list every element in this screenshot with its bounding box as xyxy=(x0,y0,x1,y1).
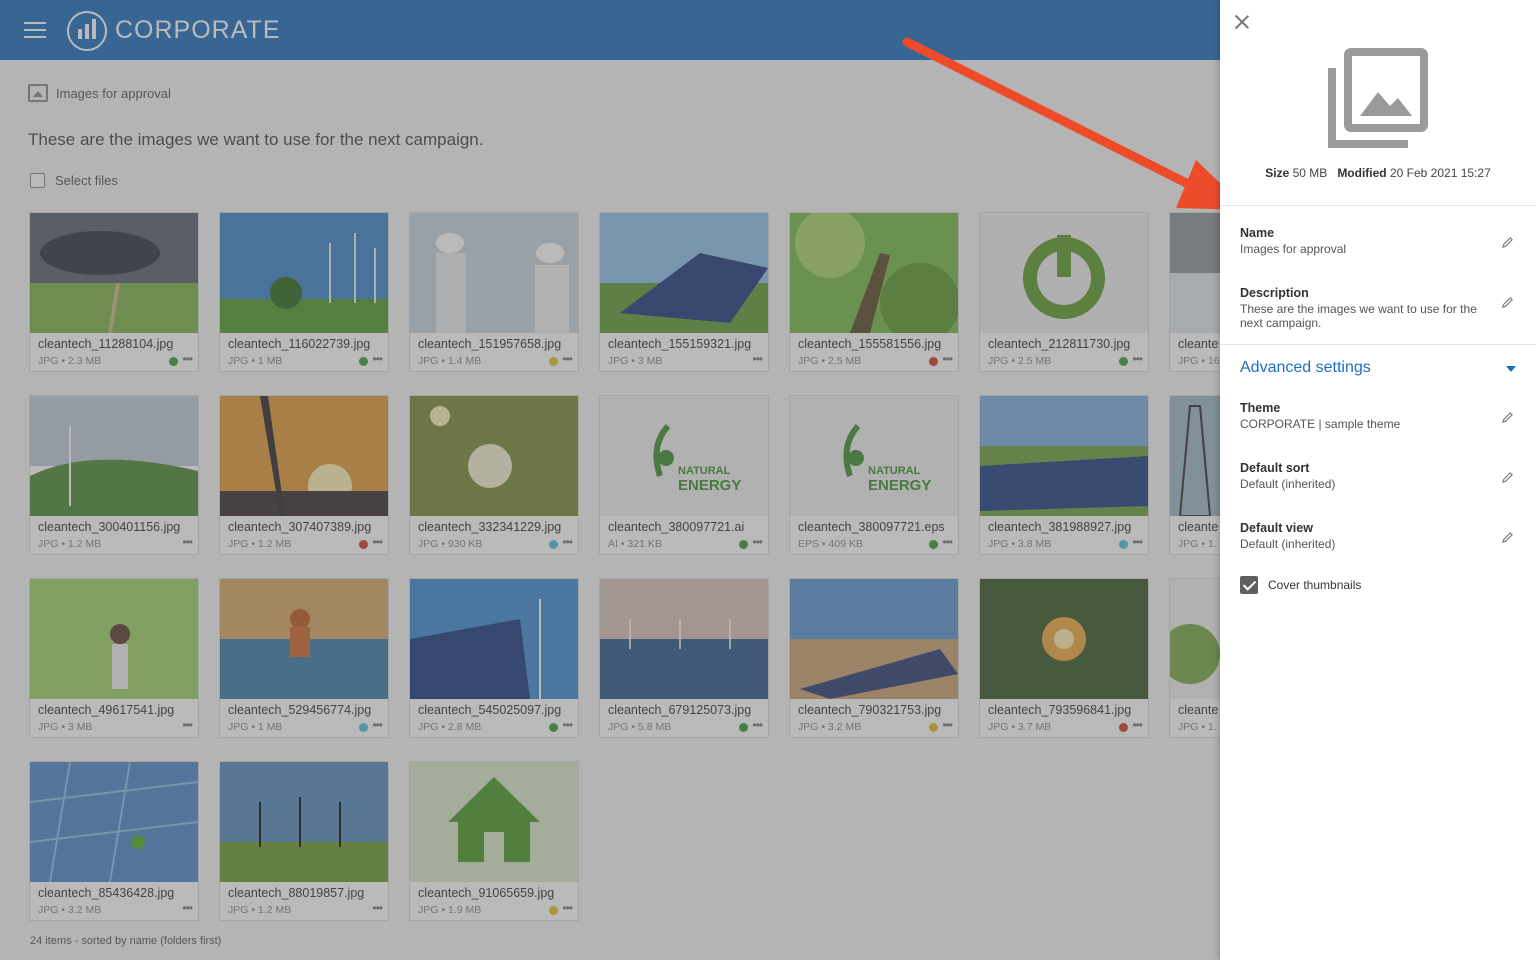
size-label: Size xyxy=(1265,166,1290,180)
description-label: Description xyxy=(1240,286,1309,300)
cover-thumbnails-checkbox[interactable] xyxy=(1240,576,1258,594)
size-modified: Size 50 MB Modified 20 Feb 2021 15:27 xyxy=(1220,166,1536,180)
name-label: Name xyxy=(1240,226,1275,240)
default-sort-label: Default sort xyxy=(1240,461,1310,475)
cover-thumbnails-label: Cover thumbnails xyxy=(1268,578,1362,592)
advanced-settings-toggle[interactable]: Advanced settings xyxy=(1240,359,1516,381)
edit-pencil-icon[interactable] xyxy=(1501,411,1514,424)
caret-down-icon xyxy=(1506,366,1516,372)
modified-label: Modified xyxy=(1337,166,1387,180)
name-value: Images for approval xyxy=(1240,242,1347,256)
default-sort-value: Default (inherited) xyxy=(1240,477,1336,491)
default-view-field: Default view Default (inherited) xyxy=(1240,521,1520,551)
size-value: 50 MB xyxy=(1292,166,1328,180)
divider xyxy=(1220,205,1536,206)
theme-value: CORPORATE | sample theme xyxy=(1240,417,1401,431)
close-icon[interactable] xyxy=(1234,14,1250,30)
default-sort-field: Default sort Default (inherited) xyxy=(1240,461,1520,491)
name-field: Name Images for approval xyxy=(1240,226,1520,256)
edit-pencil-icon[interactable] xyxy=(1501,296,1514,309)
divider xyxy=(1220,344,1536,345)
theme-label: Theme xyxy=(1240,401,1281,415)
edit-pencil-icon[interactable] xyxy=(1501,471,1514,484)
modified-value: 20 Feb 2021 15:27 xyxy=(1389,166,1491,180)
cover-thumbnails-option[interactable]: Cover thumbnails xyxy=(1240,576,1361,594)
gallery-icon xyxy=(1328,48,1428,148)
theme-field: Theme CORPORATE | sample theme xyxy=(1240,401,1520,431)
details-panel: Size 50 MB Modified 20 Feb 2021 15:27 Na… xyxy=(1220,0,1536,960)
edit-pencil-icon[interactable] xyxy=(1501,236,1514,249)
advanced-settings-label: Advanced settings xyxy=(1240,359,1371,376)
default-view-label: Default view xyxy=(1240,521,1313,535)
description-field: Description These are the images we want… xyxy=(1240,286,1520,330)
edit-pencil-icon[interactable] xyxy=(1501,531,1514,544)
description-value: These are the images we want to use for … xyxy=(1240,302,1477,330)
default-view-value: Default (inherited) xyxy=(1240,537,1336,551)
